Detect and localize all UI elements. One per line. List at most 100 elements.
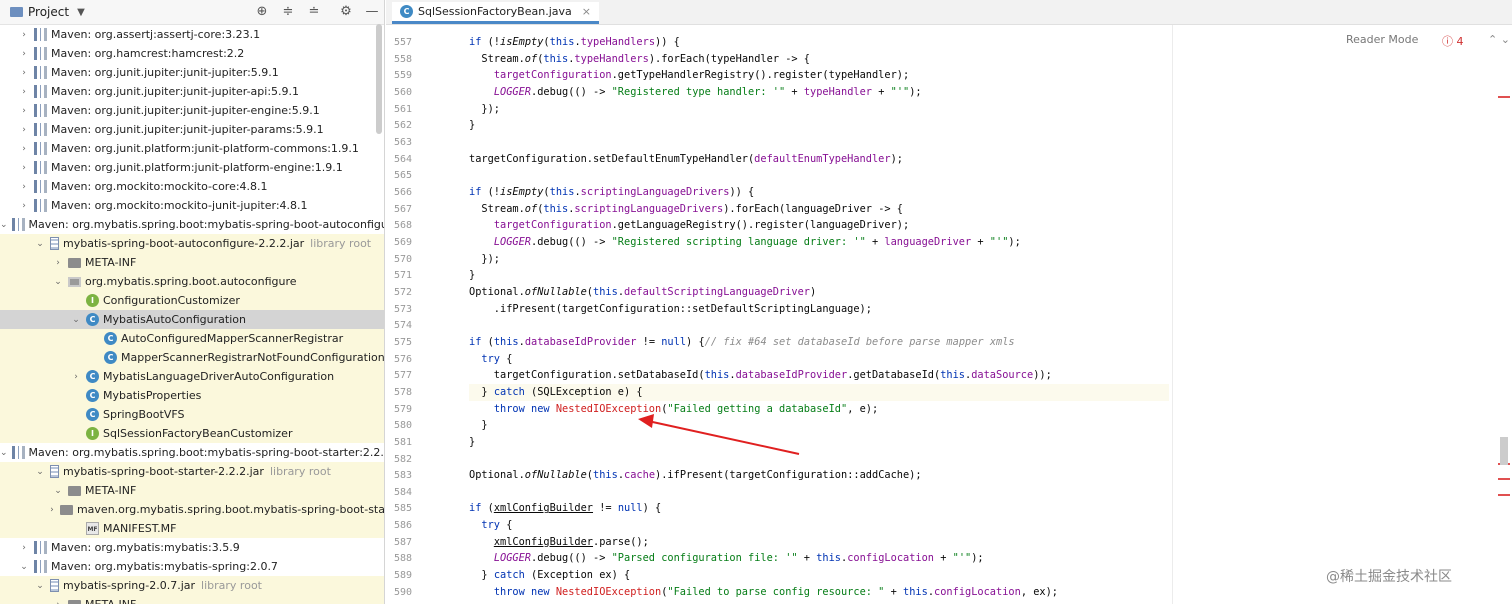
chevron-right-icon[interactable]: › (18, 30, 30, 40)
tree-item[interactable]: › Maven: org.junit.jupiter:junit-jupiter-… (0, 82, 384, 101)
code-line[interactable]: targetConfiguration.setDatabaseId(this.d… (469, 367, 1169, 384)
line-number[interactable]: 565 (386, 170, 412, 181)
line-number[interactable]: 583 (386, 470, 412, 481)
line-number[interactable]: 570 (386, 254, 412, 265)
tree-item[interactable]: › maven.org.mybatis.spring.boot.mybatis-s… (0, 500, 384, 519)
tree-item[interactable]: › META-INF (0, 595, 384, 604)
chevron-down-icon[interactable]: ⌄ (70, 315, 82, 325)
tree-item[interactable]: › Maven: org.mybatis:mybatis:3.5.9 (0, 538, 384, 557)
line-number[interactable]: 577 (386, 370, 412, 381)
code-line[interactable]: LOGGER.debug(() -> "Parsed configuration… (469, 550, 1169, 567)
code-line[interactable] (469, 484, 1169, 501)
tree-item[interactable]: › Maven: org.hamcrest:hamcrest:2.2 (0, 44, 384, 63)
tree-item[interactable]: › Maven: org.mockito:mockito-junit-jupite… (0, 196, 384, 215)
collapse-all-icon[interactable]: ≐ (306, 4, 322, 20)
code-line[interactable] (469, 134, 1169, 151)
code-line[interactable]: if (!isEmpty(this.scriptingLanguageDrive… (469, 184, 1169, 201)
code-line[interactable]: try { (469, 517, 1169, 534)
line-number[interactable]: 562 (386, 120, 412, 131)
chevron-right-icon[interactable]: › (52, 258, 64, 268)
line-number[interactable]: 561 (386, 104, 412, 115)
line-number[interactable]: 571 (386, 270, 412, 281)
tree-item[interactable]: ⌄ Maven: org.mybatis:mybatis-spring:2.0.7 (0, 557, 384, 576)
code-line[interactable]: if (xmlConfigBuilder != null) { (469, 500, 1169, 517)
code-line[interactable]: try { (469, 351, 1169, 368)
line-number[interactable]: 563 (386, 137, 412, 148)
chevron-right-icon[interactable]: › (70, 372, 82, 382)
chevron-right-icon[interactable]: › (18, 543, 30, 553)
chevron-right-icon[interactable]: › (18, 68, 30, 78)
tree-item[interactable]: C MybatisProperties (0, 386, 384, 405)
chevron-down-icon[interactable]: ⌄ (34, 239, 46, 249)
tree-item[interactable]: ⌄ Maven: org.mybatis.spring.boot:mybatis-… (0, 443, 384, 462)
tree-item[interactable]: › Maven: org.junit.jupiter:junit-jupiter-… (0, 120, 384, 139)
chevron-down-icon[interactable]: ⌄ (18, 562, 30, 572)
tree-item[interactable]: I ConfigurationCustomizer (0, 291, 384, 310)
code-line[interactable]: }); (469, 251, 1169, 268)
code-line[interactable]: throw new NestedIOException("Failed to p… (469, 584, 1169, 601)
tree-item[interactable]: ⌄ Maven: org.mybatis.spring.boot:mybatis-… (0, 215, 384, 234)
chevron-down-icon[interactable]: ⌄ (0, 448, 8, 458)
code-line[interactable]: if (!isEmpty(this.typeHandlers)) { (469, 34, 1169, 51)
chevron-right-icon[interactable]: › (52, 600, 64, 604)
error-stripe[interactable] (1498, 494, 1510, 496)
code-line[interactable]: targetConfiguration.setDefaultEnumTypeHa… (469, 151, 1169, 168)
expand-all-icon[interactable]: ≑ (280, 4, 296, 20)
tree-item[interactable]: › Maven: org.mockito:mockito-core:4.8.1 (0, 177, 384, 196)
line-number[interactable]: 580 (386, 420, 412, 431)
line-number[interactable]: 581 (386, 437, 412, 448)
tree-item[interactable]: › Maven: org.junit.platform:junit-platfor… (0, 158, 384, 177)
editor-scrollbar[interactable] (1500, 437, 1508, 465)
line-number[interactable]: 579 (386, 404, 412, 415)
code-line[interactable] (469, 317, 1169, 334)
tree-item[interactable]: ⌄ org.mybatis.spring.boot.autoconfigure (0, 272, 384, 291)
error-stripe[interactable] (1498, 96, 1510, 98)
code-line[interactable]: }); (469, 101, 1169, 118)
hide-icon[interactable]: — (364, 4, 380, 20)
error-stripe[interactable] (1498, 478, 1510, 480)
code-line[interactable]: } catch (SQLException e) { (469, 383, 1169, 401)
line-number[interactable]: 586 (386, 520, 412, 531)
line-number[interactable]: 559 (386, 70, 412, 81)
line-number[interactable]: 558 (386, 54, 412, 65)
line-number[interactable]: 564 (386, 154, 412, 165)
chevron-right-icon[interactable]: › (18, 106, 30, 116)
line-number[interactable]: 557 (386, 37, 412, 48)
tree-item[interactable]: › Maven: org.junit.jupiter:junit-jupiter-… (0, 101, 384, 120)
line-number[interactable]: 572 (386, 287, 412, 298)
line-number[interactable]: 567 (386, 204, 412, 215)
line-number[interactable]: 573 (386, 304, 412, 315)
code-area[interactable]: if (!isEmpty(this.typeHandlers)) { Strea… (448, 25, 1512, 604)
line-number[interactable]: 576 (386, 354, 412, 365)
gear-icon[interactable]: ⚙ (338, 4, 354, 20)
line-number[interactable]: 588 (386, 553, 412, 564)
chevron-down-icon[interactable]: ▼ (77, 7, 85, 18)
line-number[interactable]: 569 (386, 237, 412, 248)
locate-icon[interactable]: ⊕ (254, 4, 270, 20)
tree-item[interactable]: C MapperScannerRegistrarNotFoundConfigura… (0, 348, 384, 367)
code-line[interactable]: LOGGER.debug(() -> "Registered type hand… (469, 84, 1169, 101)
code-line[interactable]: LOGGER.debug(() -> "Registered scripting… (469, 234, 1169, 251)
line-number[interactable]: 585 (386, 503, 412, 514)
tree-item[interactable]: › Maven: org.junit.jupiter:junit-jupiter:… (0, 63, 384, 82)
line-number[interactable]: 582 (386, 454, 412, 465)
code-line[interactable]: Optional.ofNullable(this.cache).ifPresen… (469, 467, 1169, 484)
tree-item[interactable]: ⌄ C MybatisAutoConfiguration (0, 310, 384, 329)
chevron-right-icon[interactable]: › (18, 182, 30, 192)
code-line[interactable]: Optional.ofNullable(this.defaultScriptin… (469, 284, 1169, 301)
code-line[interactable]: } (469, 434, 1169, 451)
code-line[interactable]: } (469, 267, 1169, 284)
chevron-right-icon[interactable]: › (18, 201, 30, 211)
line-number[interactable]: 590 (386, 587, 412, 598)
chevron-icons[interactable]: ⌃ ⌄ (1488, 33, 1510, 46)
code-line[interactable]: Stream.of(this.scriptingLanguageDrivers)… (469, 201, 1169, 218)
project-scrollbar[interactable] (376, 24, 382, 134)
code-line[interactable]: .ifPresent(targetConfiguration::setDefau… (469, 301, 1169, 318)
code-line[interactable]: throw new NestedIOException("Failed gett… (469, 401, 1169, 418)
code-line[interactable]: } (469, 117, 1169, 134)
code-line[interactable]: targetConfiguration.getTypeHandlerRegist… (469, 67, 1169, 84)
line-number[interactable]: 560 (386, 87, 412, 98)
chevron-down-icon[interactable]: ⌄ (52, 486, 64, 496)
tree-item[interactable]: ⌄ mybatis-spring-boot-autoconfigure-2.2.2… (0, 234, 384, 253)
line-number[interactable]: 575 (386, 337, 412, 348)
